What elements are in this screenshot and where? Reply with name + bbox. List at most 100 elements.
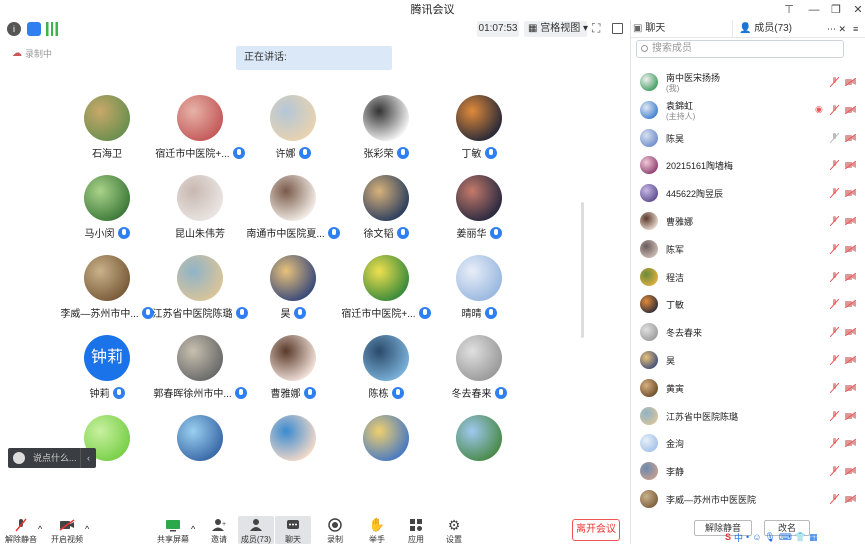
participant-tile[interactable]: 郭春晖徐州市中... [153, 335, 247, 400]
mic-off-icon[interactable] [830, 160, 839, 171]
ime-skin-icon[interactable]: 👕 [795, 532, 806, 543]
participant-tile[interactable]: 宿迁市中医院+... [153, 95, 247, 160]
view-mode-select[interactable]: ▦ 宫格视图 ▾ [524, 21, 588, 37]
camera-off-icon[interactable] [845, 189, 856, 198]
participant-tile[interactable]: 昆山朱伟芳 [153, 175, 247, 240]
camera-off-icon[interactable] [845, 467, 856, 476]
participant-tile[interactable]: 许娜 [246, 95, 340, 160]
camera-off-icon[interactable] [845, 411, 856, 420]
member-row[interactable]: 南中医宋扬扬 (我) [631, 68, 865, 96]
ime-keyboard-icon[interactable]: ⌨ [779, 532, 792, 543]
member-row[interactable]: 丁敏 [631, 290, 865, 318]
participant-tile[interactable]: 马小闵 [60, 175, 154, 240]
grid-scrollbar[interactable] [581, 202, 584, 338]
member-row[interactable]: 冬去春来 [631, 318, 865, 346]
participant-tile[interactable]: 南通市中医院夏... [246, 175, 340, 240]
participant-tile[interactable] [432, 415, 526, 465]
member-row[interactable]: 黄寅 [631, 374, 865, 402]
member-row[interactable]: 袁錦虹 (主持人) ◉ [631, 96, 865, 124]
camera-off-icon[interactable] [845, 133, 856, 142]
close-button[interactable]: ✕ [847, 0, 865, 20]
ime-emoji-icon[interactable]: ☺ [752, 532, 761, 542]
mic-off-icon[interactable] [830, 327, 839, 338]
participant-tile[interactable]: 江苏省中医院陈璐 [153, 255, 248, 320]
participant-tile[interactable] [246, 415, 340, 465]
emoji-icon[interactable] [13, 452, 25, 464]
camera-off-icon[interactable] [845, 439, 856, 448]
video-options-icon[interactable]: ^ [85, 524, 89, 534]
camera-off-icon[interactable] [845, 105, 856, 114]
mic-off-icon[interactable] [830, 382, 839, 393]
member-row[interactable]: 445622陶昱辰 [631, 179, 865, 207]
sogou-icon[interactable]: S [725, 532, 731, 542]
mic-off-icon[interactable] [830, 271, 839, 282]
tab-members[interactable]: 👤 成员(73) [739, 20, 839, 38]
mic-off-icon[interactable] [830, 299, 839, 310]
fullscreen-icon[interactable]: ⛶ [592, 21, 606, 37]
camera-off-icon[interactable] [845, 217, 856, 225]
maximize-button[interactable]: ❐ [825, 0, 847, 20]
participant-tile[interactable]: 晴晴 [432, 255, 526, 320]
chat-quick-input[interactable]: 说点什么... ‹ [8, 448, 96, 468]
mic-off-icon[interactable] [830, 466, 839, 477]
mic-off-icon[interactable] [830, 104, 839, 115]
eye-icon[interactable]: ◉ [815, 104, 823, 115]
member-row[interactable]: 程洁 [631, 263, 865, 291]
unmute-options-icon[interactable]: ^ [38, 524, 42, 534]
ime-lang-icon[interactable]: 中 [734, 531, 743, 544]
member-row[interactable]: 陈军 [631, 235, 865, 263]
chat-button[interactable]: 聊天 [275, 516, 311, 544]
share-screen-button[interactable]: 共享屏幕 [155, 518, 191, 544]
mic-off-icon[interactable] [830, 355, 839, 365]
start-video-button[interactable]: 开启视频 [49, 518, 85, 544]
invite-button[interactable]: + 邀请 [201, 518, 237, 544]
pin-icon[interactable]: ⊤ [778, 0, 800, 20]
member-search-input[interactable]: 搜索成员 [636, 40, 844, 58]
mic-off-icon[interactable] [830, 410, 839, 421]
ime-menu-icon[interactable]: ▦ [809, 532, 818, 543]
participant-tile[interactable]: 张彩荣 [339, 95, 433, 160]
members-button[interactable]: 成员(73) [238, 516, 274, 544]
member-row[interactable]: 曹雅娜 [631, 207, 865, 235]
signal-icon[interactable] [46, 22, 58, 36]
collapse-icon[interactable]: ‹ [80, 448, 96, 468]
participant-tile[interactable]: 冬去春来 [432, 335, 526, 400]
participant-tile[interactable]: 姜丽华 [432, 175, 526, 240]
share-options-icon[interactable]: ^ [191, 524, 195, 534]
participant-tile[interactable]: 昊 [246, 255, 340, 320]
camera-off-icon[interactable] [845, 383, 856, 392]
member-row[interactable]: 金洵 [631, 429, 865, 457]
participant-tile[interactable]: 陈栋 [339, 335, 433, 400]
participant-tile[interactable]: 曹雅娜 [246, 335, 340, 400]
member-row[interactable]: 李静 [631, 457, 865, 485]
participant-tile[interactable]: 丁敏 [432, 95, 526, 160]
mic-off-icon[interactable] [830, 132, 839, 143]
raise-hand-button[interactable]: ✋ 举手 [359, 517, 395, 544]
tab-chat[interactable]: ▣ 聊天 [633, 20, 733, 38]
camera-off-icon[interactable] [845, 328, 856, 337]
member-row[interactable]: 江苏省中医院陈璐 [631, 402, 865, 430]
mic-off-icon[interactable] [830, 216, 839, 226]
camera-off-icon[interactable] [845, 300, 856, 309]
menu-icon[interactable]: ≡ [853, 20, 858, 38]
mic-off-icon[interactable] [830, 188, 839, 199]
participant-tile[interactable]: 李威—苏州市中... [60, 255, 154, 320]
camera-off-icon[interactable] [845, 356, 856, 364]
ime-punct-icon[interactable]: • [746, 532, 749, 542]
participant-tile[interactable] [339, 415, 433, 465]
mic-off-icon[interactable] [830, 243, 839, 254]
member-row[interactable]: 昊 [631, 346, 865, 374]
participant-tile[interactable]: 石海卫 [60, 95, 154, 160]
info-icon[interactable]: i [7, 22, 21, 36]
participant-tile[interactable] [153, 415, 247, 465]
mic-off-icon[interactable] [830, 438, 839, 449]
leave-meeting-button[interactable]: 离开会议 [572, 519, 620, 541]
shield-icon[interactable] [27, 22, 41, 36]
participant-tile[interactable]: 宿迁市中医院+... [339, 255, 433, 320]
more-icon[interactable]: ⋯ ✕ [827, 20, 846, 38]
mic-off-icon[interactable] [830, 494, 839, 504]
camera-off-icon[interactable] [845, 161, 856, 170]
member-row[interactable]: 陈昊 [631, 124, 865, 152]
participant-tile[interactable]: 钟莉 钟莉 [60, 335, 154, 400]
record-button[interactable]: 录制 [317, 518, 353, 544]
